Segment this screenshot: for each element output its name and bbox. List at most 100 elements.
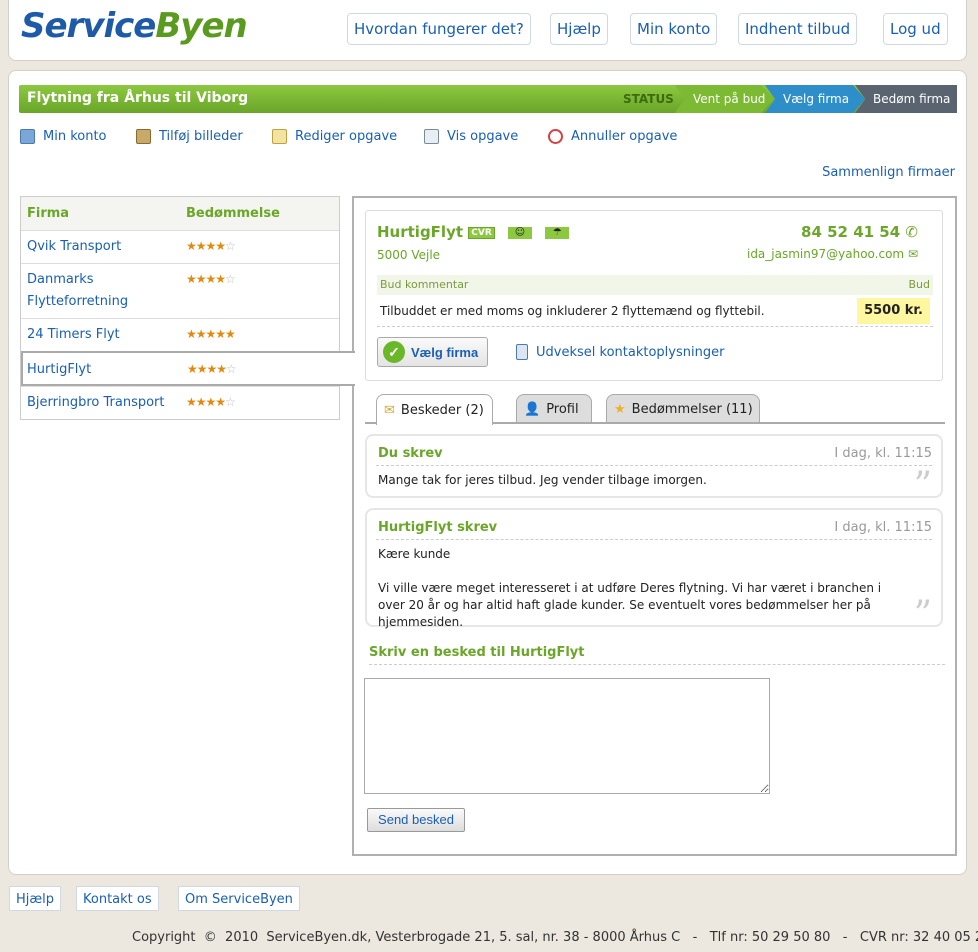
compare-firms-link[interactable]: Sammenlign firmaer [822,165,955,180]
nav-get-quotes[interactable]: Indhent tilbud [738,13,858,45]
message-divider [376,539,932,540]
toolbar-view-task[interactable]: Vis opgave [424,129,518,144]
step-rate-firm: Bedøm firma [855,85,957,113]
message-divider [376,465,932,466]
cancel-icon [548,129,563,144]
message-item: Du skrev I dag, kl. 11:15 Mange tak for … [365,434,943,506]
images-icon [136,129,151,144]
person-icon: 👤 [524,401,541,417]
nav-logout[interactable]: Log ud [883,13,948,45]
firm-table: Firma Bedømmelse Qvik Transport ★★★★☆ Da… [20,196,355,420]
toolbar-label: Rediger opgave [295,129,398,144]
star-icon: ★ [614,401,626,417]
firm-table-header: Firma Bedømmelse [21,197,339,230]
user-icon [20,129,35,144]
message-author: Du skrev [378,446,443,461]
rating-stars: ★★★★☆ [186,239,236,253]
pencil-icon [272,129,287,144]
bid-comment-label: Bud kommentar [380,278,469,291]
exchange-contact-label: Udveksel kontaktoplysninger [536,344,725,360]
compose-title: Skriv en besked til HurtigFlyt [369,645,945,665]
firm-phone-text: 84 52 41 54 [801,223,901,241]
firm-name-title: HurtigFlyt CVR ☺ ☂ [377,223,570,241]
bid-comment: Tilbuddet er med moms og inkluderer 2 fl… [380,304,765,318]
footer-help-link[interactable]: Hjælp [9,886,62,911]
firm-name[interactable]: Qvik Transport [27,239,121,254]
firm-email-text: ida_jasmin97@yahoo.com [746,247,905,261]
copyright-text: Copyright © 2010 ServiceByen.dk, Vesterb… [132,930,978,945]
checkmark-icon: ✓ [383,341,405,363]
toolbar-label: Annuller opgave [571,129,678,144]
firm-name[interactable]: HurtigFlyt [27,362,91,377]
firm-row[interactable]: Danmarks Flytteforretning ★★★★☆ [21,263,339,318]
firm-phone: 84 52 41 54 ✆ [801,223,918,241]
tab-label: Profil [546,401,579,417]
smiley-icon: ☺ [508,226,532,239]
tab-messages[interactable]: ✉ Beskeder (2) [376,394,493,425]
firm-name[interactable]: Bjerringbro Transport [27,395,165,410]
rating-stars: ★★★★☆ [187,362,237,376]
toolbar-cancel-task[interactable]: Annuller opgave [548,129,677,144]
firm-row[interactable]: Qvik Transport ★★★★☆ [21,230,339,263]
task-title: Flytning fra Århus til Viborg [27,90,249,106]
header: ServiceByen Hvordan fungerer det? Hjælp … [8,0,967,61]
footer-contact-link[interactable]: Kontakt os [76,886,159,911]
tab-profile[interactable]: 👤 Profil [516,394,592,423]
firm-name-text: HurtigFlyt [377,223,464,241]
exchange-contact-link[interactable]: Udveksel kontaktoplysninger [516,344,724,360]
logo-part1: Service [21,6,156,46]
firm-card: HurtigFlyt CVR ☺ ☂ 84 52 41 54 ✆ 5000 Ve… [365,210,943,381]
toolbar-label: Tilføj billeder [159,129,243,144]
bid-label: Bud [908,278,930,291]
firm-name[interactable]: 24 Timers Flyt [27,327,120,342]
nav-how-it-works[interactable]: Hvordan fungerer det? [347,13,531,45]
bid-price: 5500 kr. [857,298,930,324]
bid-row: Tilbuddet er med moms og inkluderer 2 fl… [377,295,933,327]
step-choose-firm: Vælg firma [765,85,865,113]
firm-row[interactable]: 24 Timers Flyt ★★★★★ [21,318,339,351]
send-message-button[interactable]: Send besked [367,808,465,832]
tab-label: Beskeder (2) [400,402,484,418]
firm-row[interactable]: Bjerringbro Transport ★★★★☆ [21,386,339,419]
footer-about-link[interactable]: Om ServiceByen [178,886,300,911]
firm-row-selected[interactable]: HurtigFlyt ★★★★☆ [21,351,355,386]
phone-device-icon [516,344,528,360]
firm-email: ida_jasmin97@yahoo.com ✉ [747,247,918,261]
toolbar-add-images[interactable]: Tilføj billeder [136,129,243,144]
umbrella-icon: ☂ [545,226,570,239]
servicebyen-logo[interactable]: ServiceByen [21,6,248,46]
message-body: Kære kunde Vi ville være meget interesse… [378,547,882,629]
nav-my-account[interactable]: Min konto [630,13,718,45]
choose-firm-button[interactable]: ✓ Vælg firma [377,337,488,367]
choose-firm-label: Vælg firma [411,344,479,360]
rating-stars: ★★★★☆ [186,272,236,286]
main-panel: Flytning fra Århus til Viborg STATUS Ven… [8,70,967,875]
firm-city: 5000 Vejle [377,248,441,262]
message-time: I dag, kl. 11:15 [834,520,932,535]
toolbar-my-account[interactable]: Min konto [20,129,107,144]
rating-stars: ★★★★★ [186,327,236,341]
step-wait-for-bids: Vent på bud [675,85,773,113]
rating-stars: ★★★★☆ [186,395,236,409]
envelope-icon: ✉ [384,402,395,418]
message-author: HurtigFlyt skrev [378,520,498,535]
tab-label: Bedømmelser (11) [631,401,753,417]
tab-ratings[interactable]: ★ Bedømmelser (11) [606,394,760,423]
col-header-rating: Bedømmelse [186,206,280,221]
nav-help[interactable]: Hjælp [550,13,608,45]
phone-icon: ✆ [905,223,918,241]
logo-part2: Byen [155,6,247,46]
quote-icon: ” [913,465,932,506]
message-item: HurtigFlyt skrev I dag, kl. 11:15 Kære k… [365,508,943,635]
toolbar-edit-task[interactable]: Rediger opgave [272,129,397,144]
message-body: Mange tak for jeres tilbud. Jeg vender t… [378,473,707,487]
magnifier-icon [424,129,439,144]
message-textarea[interactable] [364,678,770,794]
envelope-icon: ✉ [907,247,918,261]
firm-name[interactable]: Danmarks Flytteforretning [27,269,157,313]
task-titlebar: Flytning fra Århus til Viborg STATUS Ven… [19,85,957,113]
message-time: I dag, kl. 11:15 [834,446,932,461]
firm-detail-panel: HurtigFlyt CVR ☺ ☂ 84 52 41 54 ✆ 5000 Ve… [352,196,957,856]
bid-header: Bud kommentar Bud [377,275,933,295]
toolbar-label: Vis opgave [447,129,519,144]
